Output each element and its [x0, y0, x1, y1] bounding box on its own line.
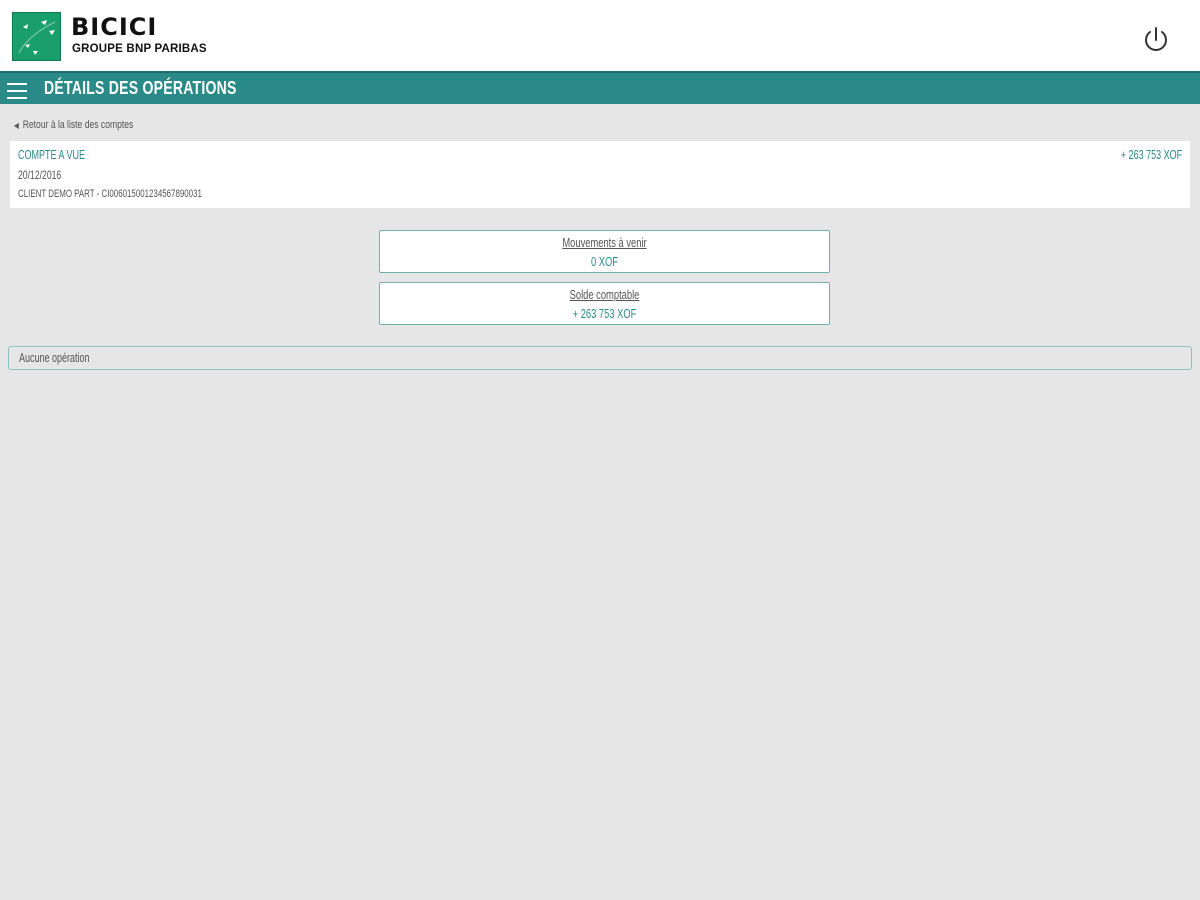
upcoming-movements-value: 0 XOF — [590, 254, 619, 269]
account-date: 20/12/2016 — [18, 168, 62, 182]
upcoming-movements-label[interactable]: Mouvements à venir — [443, 235, 766, 250]
accounting-balance-box[interactable]: Solde comptable + 263 753 XOF — [379, 282, 830, 325]
brand-name: BICICI — [71, 13, 158, 41]
upcoming-movements-box[interactable]: Mouvements à venir 0 XOF — [379, 230, 830, 273]
top-header: BICICI GROUPE BNP PARIBAS — [0, 0, 1200, 71]
chevron-left-icon: ◀ — [14, 121, 19, 130]
no-operation-text: Aucune opération — [19, 351, 90, 365]
hamburger-icon[interactable] — [7, 83, 27, 99]
title-bar: DÉTAILS DES OPÉRATIONS — [0, 71, 1200, 104]
account-client: CLIENT DEMO PART - CI0060150012345678900… — [18, 188, 202, 200]
account-balance: + 263 753 XOF — [1120, 148, 1182, 162]
accounting-balance-label[interactable]: Solde comptable — [443, 287, 766, 302]
power-icon[interactable] — [1141, 24, 1171, 56]
page-title: DÉTAILS DES OPÉRATIONS — [44, 78, 237, 98]
back-link-label: Retour à la liste des comptes — [22, 119, 134, 131]
bnp-logo-icon — [12, 12, 61, 61]
account-type: COMPTE A VUE — [18, 148, 86, 162]
brand-subtitle: GROUPE BNP PARIBAS — [72, 43, 207, 55]
accounting-balance-value: + 263 753 XOF — [572, 306, 637, 321]
account-card[interactable]: COMPTE A VUE 20/12/2016 CLIENT DEMO PART… — [10, 141, 1190, 208]
back-to-accounts-link[interactable]: ◀ Retour à la liste des comptes — [14, 119, 133, 132]
no-operation-row: Aucune opération — [8, 346, 1192, 370]
